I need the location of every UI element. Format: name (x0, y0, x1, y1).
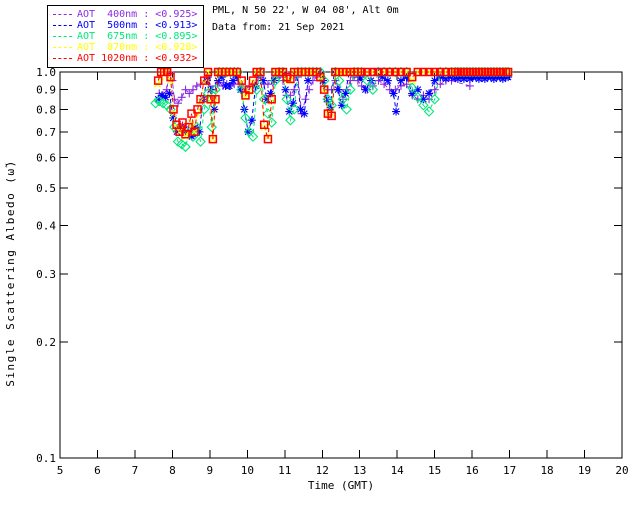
legend-label: AOT 870nm : <0.928> (77, 42, 198, 53)
x-tick-label: 13 (353, 464, 366, 477)
y-tick-label: 0.7 (36, 126, 56, 139)
y-tick-label: 0.9 (36, 84, 56, 97)
legend-item-aot-500nm: AOT 500nm : <0.913> (53, 20, 197, 31)
legend-label: AOT 1020nm : <0.932> (77, 53, 198, 64)
legend-item-aot-675nm: AOT 675nm : <0.895> (53, 31, 197, 42)
x-tick-label: 19 (578, 464, 591, 477)
legend-line-sample (53, 47, 72, 48)
y-tick-label: 0.4 (36, 220, 56, 233)
x-tick-label: 11 (278, 464, 291, 477)
y-tick-label: 0.5 (36, 182, 56, 195)
ssa-time-chart: 5 6 7 8 9 10 11 12 13 14 15 16 17 18 19 201.00.90.80.70… (4, 66, 629, 492)
x-tick-label: 14 (391, 464, 405, 477)
legend-item-aot-400nm: AOT 400nm : <0.925> (53, 9, 197, 20)
y-tick-label: 0.1 (36, 452, 56, 465)
y-axis-title: Single Scattering Albedo (ω̃) (4, 159, 17, 386)
legend-line-sample (53, 58, 72, 59)
plot-window: AOT 400nm : <0.925> AOT 500nm : <0.913> AO… (0, 0, 640, 512)
x-tick-label: 7 (132, 464, 139, 477)
y-tick-label: 0.6 (36, 152, 56, 165)
x-tick-label: 18 (540, 464, 553, 477)
legend-line-sample (53, 36, 72, 37)
legend-label: AOT 500nm : <0.913> (77, 20, 198, 31)
x-tick-label: 20 (615, 464, 628, 477)
x-tick-label: 16 (466, 464, 479, 477)
x-axis-ticks: 5 6 7 8 9 10 11 12 13 14 15 16 17 18 19 20 (57, 72, 629, 477)
legend-label: AOT 675nm : <0.895> (77, 31, 198, 42)
legend-line-sample (53, 25, 72, 26)
x-tick-label: 5 (57, 464, 64, 477)
station-location: PML, N 50 22', W 04 08', Alt 0m (212, 5, 399, 16)
legend-item-aot-870nm: AOT 870nm : <0.928> (53, 42, 197, 53)
legend-line-sample (53, 14, 72, 15)
x-tick-label: 10 (241, 464, 254, 477)
y-tick-label: 0.3 (36, 268, 56, 281)
legend: AOT 400nm : <0.925> AOT 500nm : <0.913> AO… (47, 5, 205, 68)
x-tick-label: 9 (207, 464, 214, 477)
axes (59, 71, 623, 459)
x-tick-label: 15 (428, 464, 441, 477)
y-tick-label: 0.2 (36, 336, 56, 349)
legend-label: AOT 400nm : <0.925> (77, 9, 198, 20)
x-tick-label: 6 (94, 464, 101, 477)
x-axis-title: Time (GMT) (308, 479, 374, 492)
data-date: Data from: 21 Sep 2021 (212, 22, 345, 33)
x-tick-label: 12 (316, 464, 329, 477)
x-tick-label: 17 (503, 464, 516, 477)
x-tick-label: 8 (169, 464, 176, 477)
legend-item-aot-1020nm: AOT 1020nm : <0.932> (53, 53, 197, 64)
y-tick-label: 0.8 (36, 103, 56, 116)
station-header: PML, N 50 22', W 04 08', Alt 0m Data fro… (212, 5, 399, 34)
y-axis-ticks: 1.00.90.80.70.60.50.40.30.20.1 (36, 66, 622, 465)
